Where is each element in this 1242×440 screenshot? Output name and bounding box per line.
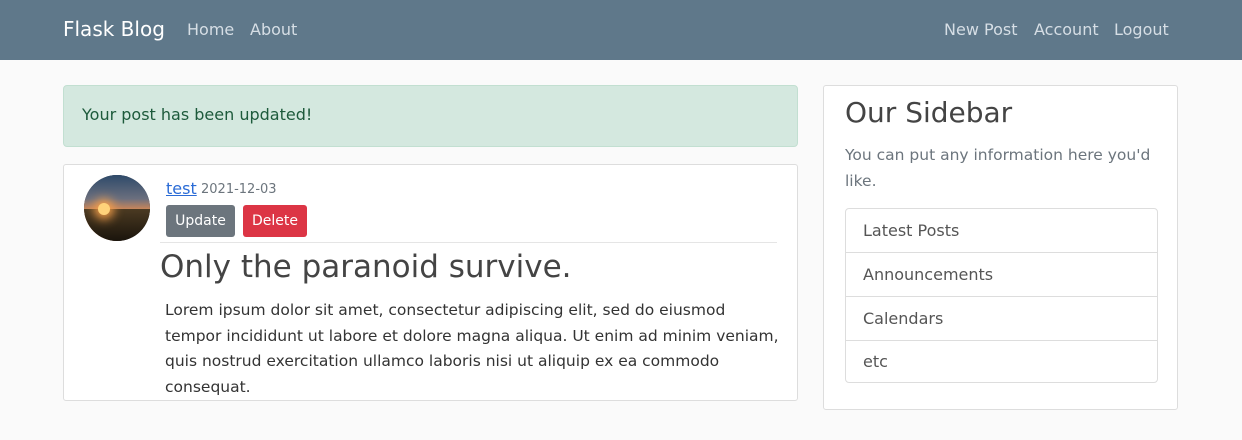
avatar-sun — [98, 203, 110, 215]
sidebar-list: Latest Posts Announcements Calendars etc — [845, 208, 1158, 383]
sidebar: Our Sidebar You can put any information … — [823, 85, 1178, 410]
avatar-sky — [84, 175, 150, 209]
post-author-link[interactable]: test — [166, 179, 197, 198]
nav-logout-link[interactable]: Logout — [1114, 20, 1169, 39]
nav-new-post-link[interactable]: New Post — [944, 20, 1017, 39]
sidebar-item-announcements[interactable]: Announcements — [846, 253, 1157, 297]
nav-home-link[interactable]: Home — [187, 20, 234, 39]
post-date: 2021-12-03 — [201, 182, 277, 197]
post-title: Only the paranoid survive. — [160, 249, 572, 285]
delete-button[interactable]: Delete — [243, 205, 307, 237]
navbar: Flask Blog Home About New Post Account L… — [0, 0, 1242, 60]
sidebar-text: You can put any information here you'd l… — [845, 146, 1151, 190]
nav-about-link[interactable]: About — [250, 20, 297, 39]
avatar-field — [84, 209, 150, 241]
post-divider — [160, 242, 777, 243]
update-button[interactable]: Update — [166, 205, 235, 237]
sidebar-item-etc[interactable]: etc — [846, 340, 1157, 382]
post-card: test 2021-12-03 Update Delete Only the p… — [63, 164, 798, 401]
post-content: Lorem ipsum dolor sit amet, consectetur … — [165, 301, 779, 396]
brand-link[interactable]: Flask Blog — [63, 17, 165, 41]
sidebar-item-latest-posts[interactable]: Latest Posts — [846, 209, 1157, 253]
avatar — [84, 175, 150, 241]
sidebar-item-calendars[interactable]: Calendars — [846, 297, 1157, 341]
sidebar-title: Our Sidebar — [845, 96, 1013, 129]
success-alert: Your post has been updated! — [63, 85, 798, 147]
nav-account-link[interactable]: Account — [1034, 20, 1099, 39]
